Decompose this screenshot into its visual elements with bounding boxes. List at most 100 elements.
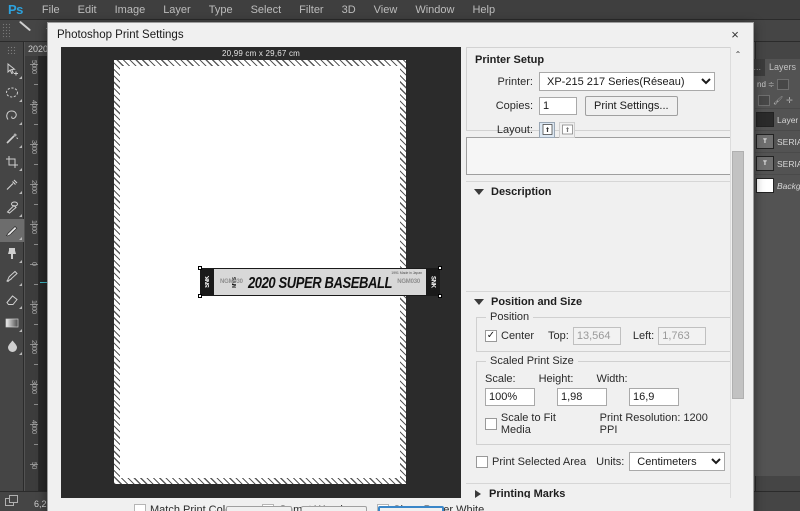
print-settings-dialog: Photoshop Print Settings × 20,99 cm x 29… (47, 22, 754, 511)
tools-grip[interactable] (6, 46, 17, 54)
eraser-tool-icon[interactable] (0, 288, 24, 311)
menu-3d[interactable]: 3D (333, 0, 365, 20)
artwork-serial-left: NGM030 (220, 279, 243, 285)
dialog-button-1[interactable] (226, 506, 292, 511)
layer-name: SERIAL1 (777, 158, 800, 169)
layer-row-2[interactable]: T SERIAL1 (755, 152, 800, 174)
blur-tool-icon[interactable] (0, 334, 24, 357)
dialog-title-bar[interactable]: Photoshop Print Settings × (48, 23, 753, 47)
menu-filter[interactable]: Filter (290, 0, 332, 20)
width-input[interactable] (629, 388, 679, 406)
menu-type[interactable]: Type (200, 0, 242, 20)
lock-transparency-icon[interactable] (758, 95, 770, 106)
photoshop-logo: Ps (8, 2, 23, 17)
brush-tool-icon (14, 22, 40, 40)
layer-row-1[interactable]: T SERIAL2 (755, 130, 800, 152)
layout-label: Layout: (496, 123, 533, 136)
resize-handle-tr[interactable] (438, 266, 442, 270)
description-section-body (466, 201, 744, 291)
top-input[interactable] (572, 327, 621, 345)
width-label: Width: (596, 373, 628, 385)
height-input[interactable] (557, 388, 607, 406)
move-tool-icon[interactable] (0, 58, 24, 81)
units-label: Units: (596, 455, 625, 468)
layer-row-0[interactable]: Layer (755, 108, 800, 130)
scroll-thumb[interactable] (732, 151, 744, 399)
artwork-bounding-box[interactable]: SNK MVS NGM030 2020 SUPER BASEBALL NGM03… (198, 266, 442, 298)
layer-thumbnail (756, 178, 774, 193)
scroll-up-button[interactable]: ⌃ (731, 47, 745, 61)
position-size-section-header[interactable]: Position and Size (466, 291, 744, 311)
units-select[interactable]: Centimeters (629, 452, 726, 471)
menu-view[interactable]: View (365, 0, 407, 20)
checkbox-box: ✓ (485, 330, 497, 342)
menu-window[interactable]: Window (406, 0, 463, 20)
menu-edit[interactable]: Edit (69, 0, 106, 20)
settings-scrollbar[interactable]: ⌃ ⌄ (730, 47, 745, 511)
menu-image[interactable]: Image (106, 0, 155, 20)
artwork-title: 2020 SUPER BASEBALL (247, 273, 393, 291)
left-input[interactable] (658, 327, 707, 345)
scaled-print-size-caption: Scaled Print Size (486, 355, 578, 367)
printer-select[interactable]: XP-215 217 Series(Réseau) (539, 72, 715, 91)
artwork-tiny-text: 1991 Made in Japan (391, 271, 422, 275)
blend-mode-row[interactable]: nd ≑ (755, 76, 800, 93)
lock-move-icon[interactable]: ✛ (786, 96, 793, 105)
lasso-tool-icon[interactable] (0, 104, 24, 127)
copies-input[interactable] (539, 96, 577, 115)
print-selected-area-checkbox[interactable]: Print Selected Area (476, 455, 586, 468)
layout-portrait-button[interactable] (539, 121, 555, 138)
screen-mode-icon[interactable] (5, 495, 20, 508)
layer-thumbnail: T (756, 156, 774, 171)
artwork-middle: MVS NGM030 2020 SUPER BASEBALL NGM030 19… (214, 269, 426, 295)
menu-select[interactable]: Select (242, 0, 291, 20)
layer-row-3[interactable]: Backg (755, 174, 800, 196)
clone-stamp-tool-icon[interactable] (0, 242, 24, 265)
opacity-field[interactable] (776, 79, 789, 90)
lock-brush-icon[interactable]: 🖌 (773, 96, 783, 105)
print-settings-button[interactable]: Print Settings... (585, 95, 678, 116)
center-label: Center (501, 330, 535, 342)
layer-thumbnail: T (756, 134, 774, 149)
print-preview-pane[interactable]: 20,99 cm x 29,67 cm SNK MVS NGM030 2020 … (61, 47, 461, 499)
eyedropper-tool-icon[interactable] (0, 173, 24, 196)
resize-handle-bl[interactable] (198, 294, 202, 298)
dialog-button-primary[interactable] (378, 506, 444, 511)
scale-input[interactable] (485, 388, 535, 406)
brush-tool-icon-selected[interactable] (0, 219, 24, 242)
menu-file[interactable]: File (33, 0, 69, 20)
artwork-snk-left: SNK (204, 276, 211, 288)
elliptical-marquee-tool-icon[interactable] (0, 81, 24, 104)
resize-handle-tl[interactable] (198, 266, 202, 270)
magic-wand-tool-icon[interactable] (0, 127, 24, 150)
center-checkbox[interactable]: ✓ Center (485, 330, 534, 342)
close-icon[interactable]: × (717, 23, 753, 45)
layer-name: Layer (777, 114, 799, 125)
paper-preview[interactable]: SNK MVS NGM030 2020 SUPER BASEBALL NGM03… (114, 60, 442, 484)
scaled-print-size-subgroup: Scaled Print Size Scale: Height: Width: (476, 355, 736, 445)
history-brush-tool-icon[interactable] (0, 265, 24, 288)
crop-tool-icon[interactable] (0, 150, 24, 173)
scale-label: Scale: (485, 373, 516, 385)
panel-tab-layers[interactable]: Layers (764, 59, 800, 76)
position-caption: Position (486, 311, 534, 323)
menu-layer[interactable]: Layer (154, 0, 200, 20)
description-preview-box[interactable] (466, 137, 744, 175)
spot-healing-brush-tool-icon[interactable] (0, 196, 24, 219)
photoshop-window: Ps File Edit Image Layer Type Select Fil… (0, 0, 800, 511)
layout-landscape-button[interactable] (559, 121, 575, 138)
gradient-tool-icon[interactable] (0, 311, 24, 334)
lock-row: 🖌 ✛ (755, 93, 800, 108)
match-print-colors-checkbox[interactable]: Match Print Colors (134, 504, 240, 511)
menu-help[interactable]: Help (463, 0, 504, 20)
scale-to-fit-media-checkbox[interactable]: Scale to Fit Media (485, 412, 588, 436)
printer-setup-group: Printer Setup Printer: XP-215 217 Series… (466, 47, 744, 138)
triangle-down-icon (474, 188, 484, 195)
vertical-ruler: 5000 4000 3000 2000 1000 0 1000 2000 300… (25, 56, 39, 496)
options-grip[interactable] (2, 22, 10, 39)
resize-handle-br[interactable] (438, 294, 442, 298)
dialog-bottom-bar: Match Print Colors Gamut Warning Show Pa… (48, 498, 753, 511)
dialog-button-2[interactable] (301, 506, 367, 511)
description-section-header[interactable]: Description (466, 181, 744, 201)
settings-column: Printer Setup Printer: XP-215 217 Series… (466, 47, 745, 511)
